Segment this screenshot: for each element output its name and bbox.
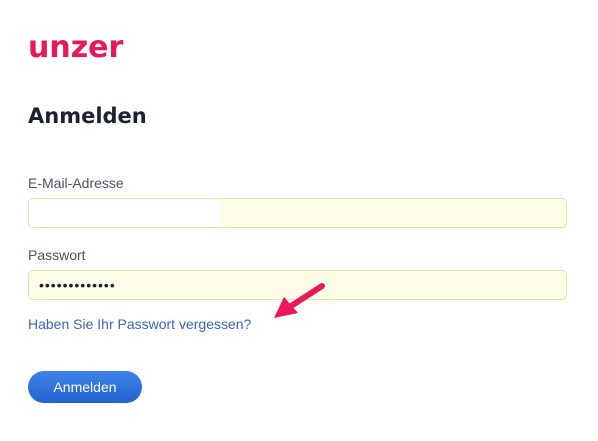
logo-text: unzer [28,30,124,65]
password-label: Passwort [28,247,86,263]
email-label: E-Mail-Adresse [28,175,124,191]
email-field[interactable] [28,198,567,228]
forgot-password-link[interactable]: Haben Sie Ihr Passwort vergessen? [28,315,251,333]
unzer-logo: unzer [28,30,123,66]
arrow-icon [274,283,325,318]
login-button[interactable]: Anmelden [28,371,142,403]
page-title: Anmelden [28,104,147,128]
